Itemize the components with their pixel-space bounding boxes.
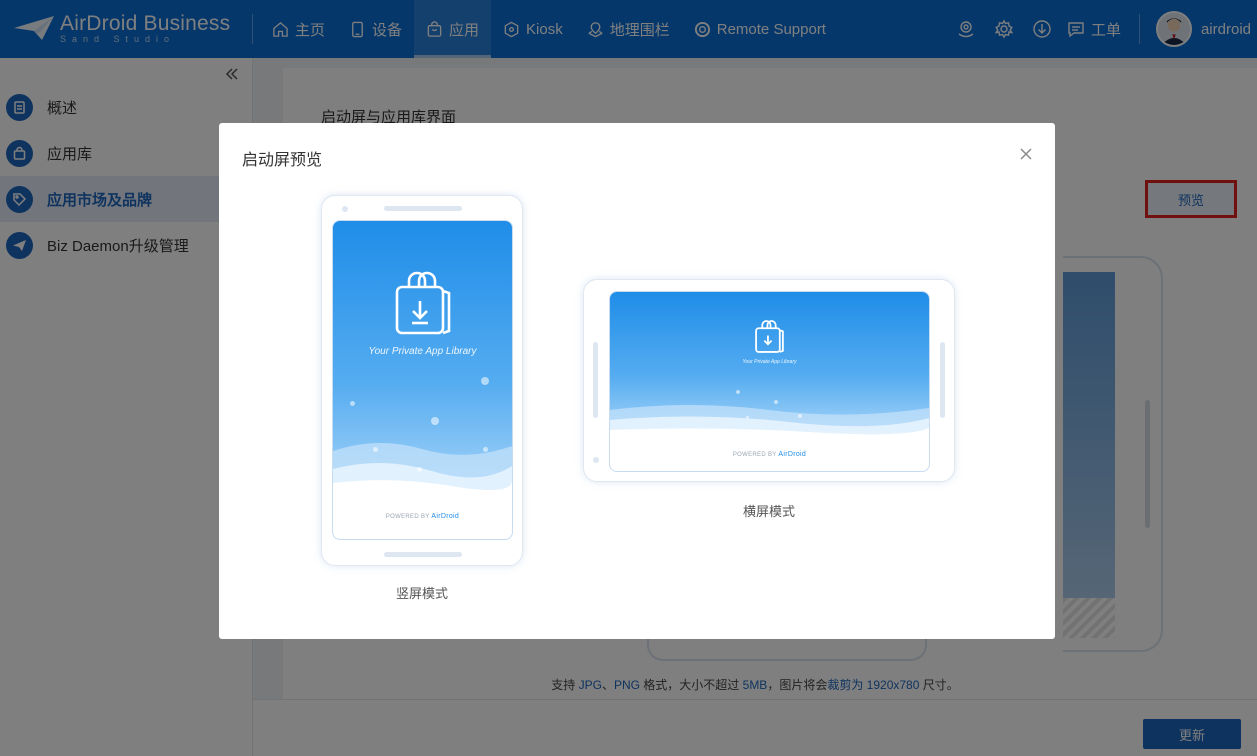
decor-dot: [431, 417, 439, 425]
decor-dot: [746, 416, 749, 419]
splash-caption: Your Private App Library: [742, 359, 797, 365]
powered-by-brand: AirDroid: [431, 513, 460, 520]
modal-title: 启动屏预览: [242, 152, 323, 169]
home-bar: [384, 552, 462, 557]
portrait-mode-label: 竖屏模式: [395, 586, 448, 601]
powered-by-label: POWERED BY: [732, 452, 777, 458]
splash-caption: Your Private App Library: [368, 346, 477, 357]
close-icon[interactable]: [1019, 147, 1033, 161]
wave-decoration: [610, 405, 929, 442]
decor-dot: [481, 377, 489, 385]
shopping-bag-download-icon: [755, 320, 784, 353]
decor-dot: [373, 447, 378, 452]
powered-by-brand: AirDroid: [778, 451, 807, 458]
shopping-bag-download-icon: [395, 271, 451, 335]
wave-decoration: [333, 442, 512, 501]
side-bar-left: [593, 342, 598, 418]
camera-dot: [342, 206, 348, 212]
splash-preview-modal: 启动屏预览 Your Private App Library POWERED B…: [219, 123, 1055, 639]
landscape-mode-label: 横屏模式: [742, 504, 795, 519]
powered-by-text: POWERED BY AirDroid: [610, 451, 929, 458]
powered-by-label: POWERED BY: [385, 514, 430, 520]
decor-dot: [798, 414, 802, 418]
landscape-phone-mockup: Your Private App Library POWERED BY AirD…: [583, 279, 955, 482]
decor-dot: [774, 400, 778, 404]
decor-dot: [350, 401, 355, 406]
portrait-splash-screen: Your Private App Library POWERED BY AirD…: [332, 220, 513, 540]
portrait-phone-mockup: Your Private App Library POWERED BY AirD…: [321, 195, 523, 566]
decor-dot: [417, 467, 422, 472]
decor-dot: [736, 390, 740, 394]
decor-dot: [483, 447, 488, 452]
side-bar-right: [940, 342, 945, 418]
camera-dot: [593, 457, 599, 463]
landscape-splash-screen: Your Private App Library POWERED BY AirD…: [609, 291, 930, 472]
powered-by-text: POWERED BY AirDroid: [333, 513, 512, 520]
speaker-bar: [384, 206, 462, 211]
